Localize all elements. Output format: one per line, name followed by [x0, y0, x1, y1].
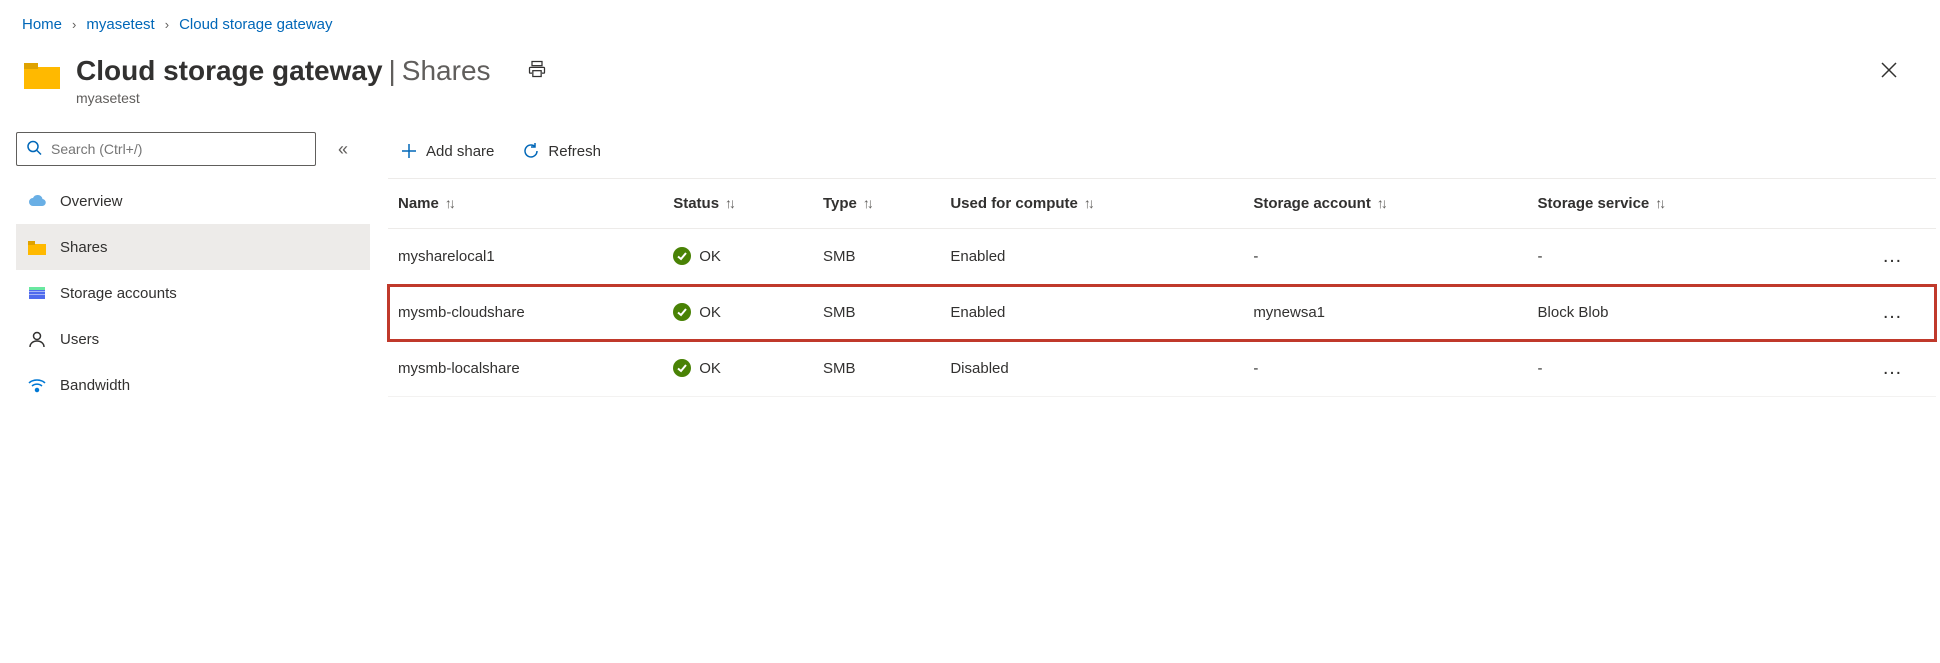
folder-icon — [22, 53, 62, 93]
cell-name: mysharelocal1 — [388, 229, 663, 285]
table-row[interactable]: mysmb-localshareOKSMBDisabled--… — [388, 341, 1936, 397]
row-actions-button[interactable]: … — [1874, 357, 1912, 380]
toolbar: Add share Refresh — [388, 132, 1936, 179]
collapse-sidebar-button[interactable]: « — [338, 139, 348, 160]
add-share-label: Add share — [426, 143, 494, 160]
column-header-name[interactable]: Name↑↓ — [388, 179, 663, 229]
sidebar-item-label: Storage accounts — [60, 285, 177, 302]
storage-icon — [26, 282, 48, 304]
main-content: Add share Refresh Name↑↓ Status↑↓ Type↑↓… — [380, 124, 1940, 416]
sidebar-item-overview[interactable]: Overview — [16, 178, 370, 224]
page-title-section: Shares — [402, 55, 491, 87]
sidebar-item-storage-accounts[interactable]: Storage accounts — [16, 270, 370, 316]
sort-icon: ↑↓ — [1084, 195, 1092, 211]
row-actions-button[interactable]: … — [1874, 245, 1912, 268]
refresh-button[interactable]: Refresh — [518, 138, 605, 164]
checkmark-icon — [673, 303, 691, 321]
breadcrumb-home[interactable]: Home — [22, 16, 62, 33]
print-button[interactable] — [521, 53, 553, 88]
cell-storage-service: - — [1528, 229, 1801, 285]
cell-status: OK — [663, 285, 813, 341]
page-title-main: Cloud storage gateway — [76, 55, 383, 87]
chevron-right-icon: › — [165, 17, 169, 32]
cell-status: OK — [663, 341, 813, 397]
sidebar-item-bandwidth[interactable]: Bandwidth — [16, 362, 370, 408]
sidebar: « Overview Shares Storage accounts Users — [0, 124, 380, 416]
add-share-button[interactable]: Add share — [396, 138, 498, 164]
row-actions-button[interactable]: … — [1874, 301, 1912, 324]
cell-used-for-compute: Disabled — [940, 341, 1243, 397]
cell-storage-account: - — [1243, 341, 1527, 397]
title-separator: | — [383, 55, 402, 87]
refresh-icon — [522, 142, 540, 160]
search-input[interactable] — [16, 132, 316, 166]
cell-storage-account: mynewsa1 — [1243, 285, 1527, 341]
table-row[interactable]: mysharelocal1OKSMBEnabled--… — [388, 229, 1936, 285]
table-row[interactable]: mysmb-cloudshareOKSMBEnabledmynewsa1Bloc… — [388, 285, 1936, 341]
sidebar-item-label: Overview — [60, 193, 123, 210]
sort-icon: ↑↓ — [445, 195, 453, 211]
column-header-storage-service[interactable]: Storage service↑↓ — [1528, 179, 1801, 229]
column-header-used-for-compute[interactable]: Used for compute↑↓ — [940, 179, 1243, 229]
folder-small-icon — [26, 236, 48, 258]
shares-table: Name↑↓ Status↑↓ Type↑↓ Used for compute↑… — [388, 179, 1936, 397]
cell-type: SMB — [813, 229, 940, 285]
breadcrumb: Home › myasetest › Cloud storage gateway — [0, 0, 1940, 49]
sidebar-item-label: Users — [60, 331, 99, 348]
breadcrumb-parent[interactable]: myasetest — [86, 16, 154, 33]
column-header-type[interactable]: Type↑↓ — [813, 179, 940, 229]
sidebar-item-label: Bandwidth — [60, 377, 130, 394]
page-subtitle: myasetest — [76, 90, 1872, 106]
cell-type: SMB — [813, 341, 940, 397]
sort-icon: ↑↓ — [1655, 195, 1663, 211]
close-button[interactable] — [1872, 53, 1906, 92]
sort-icon: ↑↓ — [863, 195, 871, 211]
sort-icon: ↑↓ — [725, 195, 733, 211]
cell-name: mysmb-cloudshare — [388, 285, 663, 341]
cell-used-for-compute: Enabled — [940, 285, 1243, 341]
cell-type: SMB — [813, 285, 940, 341]
checkmark-icon — [673, 247, 691, 265]
wifi-icon — [26, 374, 48, 396]
cloud-icon — [26, 190, 48, 212]
column-header-status[interactable]: Status↑↓ — [663, 179, 813, 229]
page-header: Cloud storage gateway | Shares myasetest — [0, 49, 1940, 124]
sidebar-item-users[interactable]: Users — [16, 316, 370, 362]
sidebar-item-shares[interactable]: Shares — [16, 224, 370, 270]
cell-status: OK — [663, 229, 813, 285]
column-header-storage-account[interactable]: Storage account↑↓ — [1243, 179, 1527, 229]
plus-icon — [400, 142, 418, 160]
chevron-right-icon: › — [72, 17, 76, 32]
cell-storage-service: Block Blob — [1528, 285, 1801, 341]
sidebar-item-label: Shares — [60, 239, 108, 256]
cell-used-for-compute: Enabled — [940, 229, 1243, 285]
user-icon — [26, 328, 48, 350]
refresh-label: Refresh — [548, 143, 601, 160]
search-icon — [26, 140, 42, 159]
cell-storage-service: - — [1528, 341, 1801, 397]
sort-icon: ↑↓ — [1377, 195, 1385, 211]
cell-name: mysmb-localshare — [388, 341, 663, 397]
checkmark-icon — [673, 359, 691, 377]
cell-storage-account: - — [1243, 229, 1527, 285]
breadcrumb-current[interactable]: Cloud storage gateway — [179, 16, 332, 33]
